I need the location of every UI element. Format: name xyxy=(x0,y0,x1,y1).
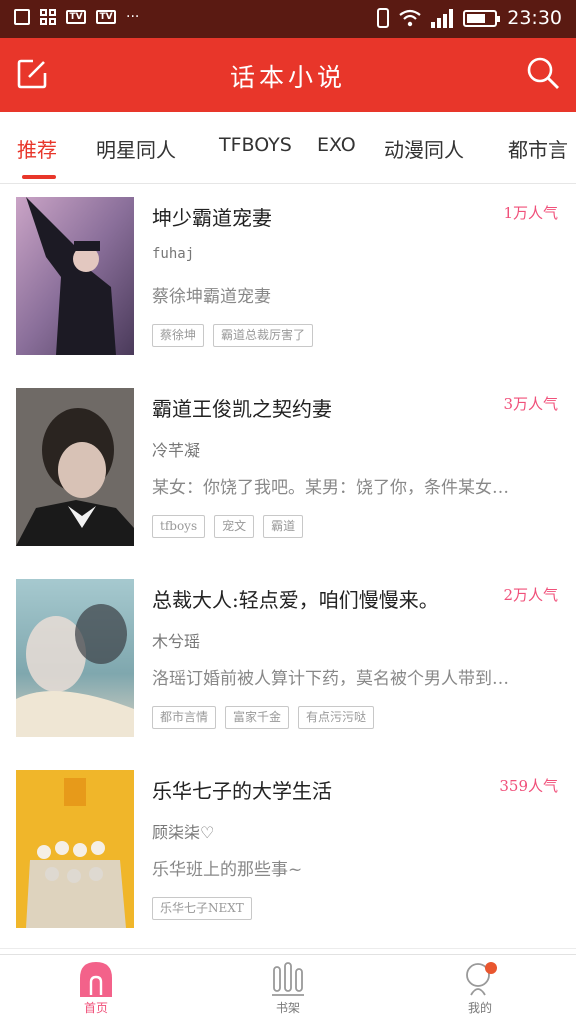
book-cover xyxy=(16,770,134,928)
book-popularity: 1万人气 xyxy=(503,204,558,222)
book-cover xyxy=(16,197,134,355)
book-item[interactable]: 总裁大人:轻点爱，咱们慢慢来。 2万人气 木兮瑶 洛瑶订婚前被人算计下药，莫名被… xyxy=(0,566,576,758)
tv-icon: TV xyxy=(66,10,86,24)
signal-icon xyxy=(431,8,454,28)
search-icon[interactable] xyxy=(526,56,560,90)
tab-celebrity-fanfic[interactable]: 明星同人 xyxy=(96,134,176,163)
bottom-navigation: 首页 书架 我的 xyxy=(0,954,576,1025)
book-tag[interactable]: 富家千金 xyxy=(225,706,290,729)
book-tag[interactable]: 有点污污哒 xyxy=(298,706,375,729)
book-description: 蔡徐坤霸道宠妻 xyxy=(152,287,271,307)
book-tag[interactable]: 霸道 xyxy=(263,515,304,538)
book-tags: 乐华七子NEXT xyxy=(152,897,252,920)
nav-bookshelf[interactable]: 书架 xyxy=(248,961,328,1016)
tab-exo[interactable]: EXO xyxy=(317,134,356,156)
wifi-icon xyxy=(399,9,421,27)
book-title: 总裁大人:轻点爱，咱们慢慢来。 xyxy=(152,588,439,612)
book-description: 洛瑶订婚前被人算计下药，莫名被个男人带到… xyxy=(152,669,509,689)
book-popularity: 359人气 xyxy=(499,777,558,795)
app-title: 话本小说 xyxy=(229,63,346,92)
book-description: 某女：你饶了我吧。某男：饶了你，条件某女… xyxy=(152,478,509,498)
book-item[interactable]: 乐华七子的大学生活 359人气 顾柒柒♡ 乐华班上的那些事~ 乐华七子NEXT xyxy=(0,757,576,949)
status-left-icons: TV TV ··· xyxy=(14,9,139,25)
nav-home[interactable]: 首页 xyxy=(56,961,136,1016)
tv-icon: TV xyxy=(96,10,116,24)
book-author: 冷芊凝 xyxy=(152,441,201,460)
tab-urban[interactable]: 都市言 xyxy=(508,134,568,163)
nav-home-label: 首页 xyxy=(83,1001,108,1015)
status-time: 23:30 xyxy=(507,7,562,29)
book-tags: 蔡徐坤 霸道总裁厉害了 xyxy=(152,324,314,347)
book-tags: tfboys 宠文 霸道 xyxy=(152,515,304,538)
book-tag[interactable]: 都市言情 xyxy=(152,706,217,729)
status-bar: TV TV ··· 23:30 xyxy=(0,0,576,38)
book-tag[interactable]: 乐华七子NEXT xyxy=(152,897,252,920)
home-icon xyxy=(80,962,112,997)
book-tag[interactable]: 霸道总裁厉害了 xyxy=(213,324,314,347)
book-title: 乐华七子的大学生活 xyxy=(152,779,332,803)
book-item[interactable]: 霸道王俊凯之契约妻 3万人气 冷芊凝 某女：你饶了我吧。某男：饶了你，条件某女…… xyxy=(0,375,576,567)
book-title: 坤少霸道宠妻 xyxy=(152,206,272,230)
nav-profile-label: 我的 xyxy=(467,1001,492,1015)
nav-bookshelf-label: 书架 xyxy=(275,1001,300,1015)
tab-recommended[interactable]: 推荐 xyxy=(17,134,57,163)
nav-profile[interactable]: 我的 xyxy=(440,961,520,1016)
tab-tfboys[interactable]: TFBOYS xyxy=(219,134,292,156)
book-author: fuhaj xyxy=(152,246,195,262)
book-tag[interactable]: 蔡徐坤 xyxy=(152,324,205,347)
book-cover xyxy=(16,579,134,737)
book-author: 顾柒柒♡ xyxy=(152,823,215,842)
tab-anime-fanfic[interactable]: 动漫同人 xyxy=(384,134,464,163)
profile-icon xyxy=(466,962,497,996)
book-author: 木兮瑶 xyxy=(152,632,201,651)
book-cover xyxy=(16,388,134,546)
book-popularity: 2万人气 xyxy=(503,586,558,604)
active-tab-indicator xyxy=(22,175,56,179)
bookshelf-icon xyxy=(272,962,304,996)
more-notifications: ··· xyxy=(126,9,140,25)
vibrate-icon xyxy=(377,8,390,28)
category-tabs: 推荐 明星同人 TFBOYS EXO 动漫同人 都市言 xyxy=(0,112,576,184)
book-tag[interactable]: tfboys xyxy=(152,515,206,538)
apps-icon xyxy=(40,9,56,25)
book-tags: 都市言情 富家千金 有点污污哒 xyxy=(152,706,375,729)
battery-icon xyxy=(463,9,501,27)
book-popularity: 3万人气 xyxy=(503,395,558,413)
gallery-icon xyxy=(14,9,30,25)
book-item[interactable]: 坤少霸道宠妻 1万人气 fuhaj 蔡徐坤霸道宠妻 蔡徐坤 霸道总裁厉害了 xyxy=(0,184,576,376)
status-right-icons: 23:30 xyxy=(377,7,562,29)
app-header: 话本小说 xyxy=(0,38,576,112)
book-description: 乐华班上的那些事~ xyxy=(152,860,303,880)
book-tag[interactable]: 宠文 xyxy=(214,515,255,538)
book-title: 霸道王俊凯之契约妻 xyxy=(152,397,332,421)
